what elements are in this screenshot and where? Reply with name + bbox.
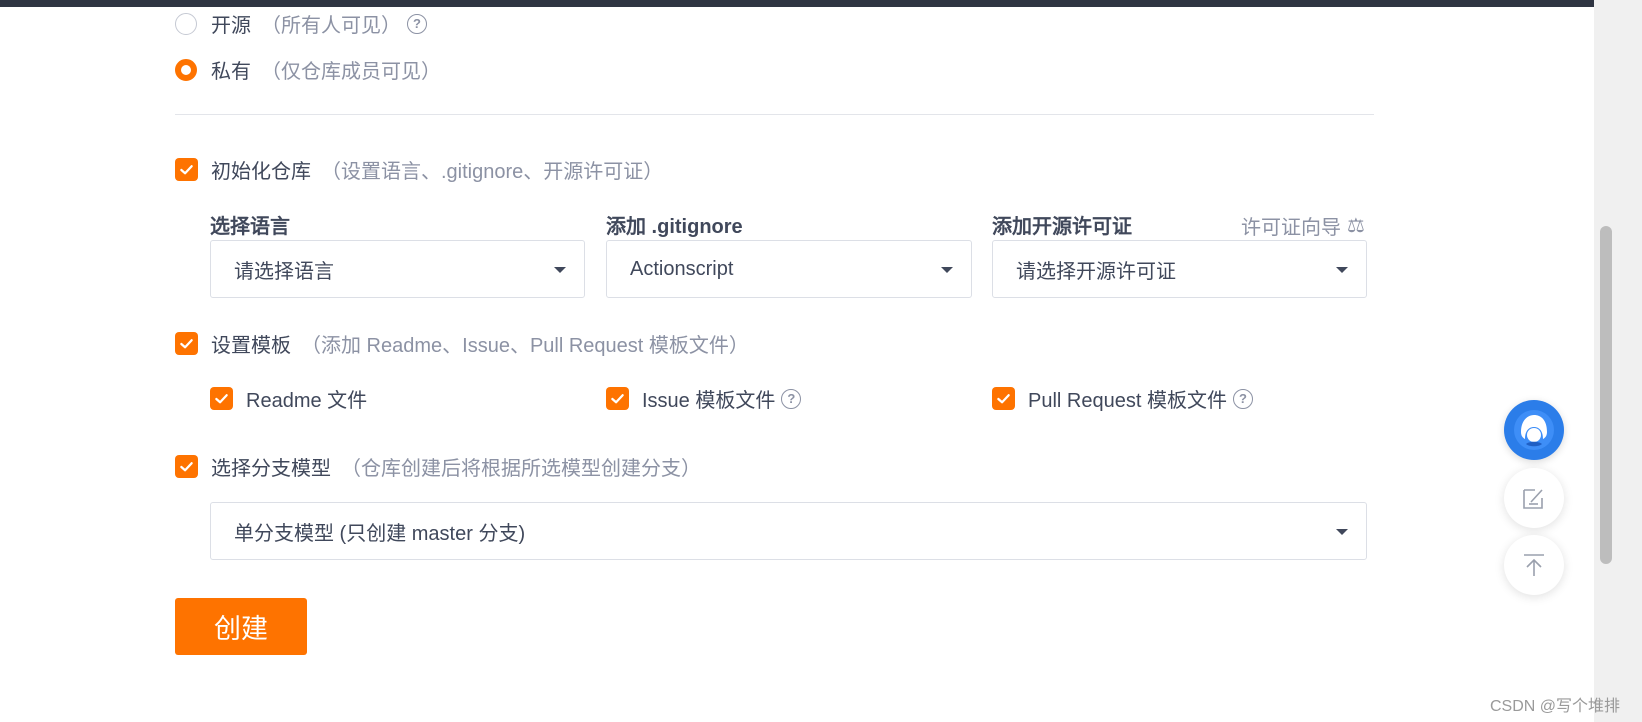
back-to-top-button[interactable] [1504, 535, 1564, 595]
back-to-top-icon [1524, 554, 1544, 576]
language-select[interactable]: 请选择语言 [210, 240, 585, 298]
page-scrollbar-thumb[interactable] [1600, 226, 1612, 564]
license-title: 添加开源许可证 [992, 216, 1132, 238]
gitignore-select[interactable]: Actionscript [606, 240, 972, 298]
avatar-face-icon [1514, 410, 1554, 450]
caret-down-icon [941, 267, 953, 273]
divider [175, 114, 1374, 115]
radio-option-public[interactable]: 开源 （所有人可见） ? [175, 9, 427, 38]
template-hint: （添加 Readme、Issue、Pull Request 模板文件） [301, 335, 749, 357]
help-icon[interactable]: ? [781, 388, 802, 409]
readme-checkbox[interactable] [210, 387, 233, 410]
check-icon [611, 394, 624, 404]
template-label: 设置模板 [211, 335, 291, 357]
branch-model-option[interactable]: 选择分支模型 （仓库创建后将根据所选模型创建分支） [175, 452, 701, 481]
init-repo-checkbox[interactable] [175, 158, 198, 181]
top-bar [0, 0, 1594, 7]
branch-model-checkbox[interactable] [175, 455, 198, 478]
caret-down-icon [1336, 267, 1348, 273]
check-icon [180, 339, 193, 349]
init-repo-label: 初始化仓库 [211, 161, 311, 183]
license-wizard-label: 许可证向导 [1241, 217, 1341, 239]
pr-template-option[interactable]: Pull Request 模板文件 ? [992, 384, 1253, 413]
language-title: 选择语言 [210, 216, 290, 238]
check-icon [180, 165, 193, 175]
branch-model-select[interactable]: 单分支模型 (只创建 master 分支) [210, 502, 1367, 560]
issue-template-option[interactable]: Issue 模板文件 ? [606, 384, 802, 413]
radio-public-hint: （所有人可见） [261, 15, 401, 37]
radio-public-label: 开源 [211, 15, 251, 37]
license-select[interactable]: 请选择开源许可证 [992, 240, 1367, 298]
help-icon[interactable]: ? [1232, 388, 1253, 409]
license-wizard-link[interactable]: 许可证向导 ⚖ [1241, 211, 1365, 240]
gitignore-select-value: Actionscript [630, 257, 734, 280]
check-icon [180, 462, 193, 472]
gitignore-title: 添加 .gitignore [606, 216, 743, 238]
readme-label: Readme 文件 [246, 390, 368, 412]
branch-model-select-value: 单分支模型 (只创建 master 分支) [234, 522, 526, 545]
issue-template-label: Issue 模板文件 [642, 390, 776, 412]
caret-down-icon [554, 267, 566, 273]
assistant-avatar-icon[interactable] [1504, 400, 1564, 460]
language-select-value: 请选择语言 [234, 260, 334, 283]
radio-public[interactable] [175, 12, 197, 35]
init-repo-option[interactable]: 初始化仓库 （设置语言、.gitignore、开源许可证） [175, 155, 663, 184]
radio-option-private[interactable]: 私有 （仅仓库成员可见） [175, 55, 441, 84]
radio-private-label: 私有 [211, 61, 251, 83]
readme-option[interactable]: Readme 文件 [210, 384, 367, 413]
check-icon [997, 394, 1010, 404]
pr-template-label: Pull Request 模板文件 [1028, 390, 1227, 412]
check-icon [215, 394, 228, 404]
feedback-button[interactable] [1504, 468, 1564, 528]
help-icon[interactable]: ? [407, 13, 427, 34]
branch-model-hint: （仓库创建后将根据所选模型创建分支） [341, 458, 701, 480]
branch-model-label: 选择分支模型 [211, 458, 331, 480]
radio-private-hint: （仅仓库成员可见） [261, 61, 441, 83]
init-repo-hint: （设置语言、.gitignore、开源许可证） [321, 161, 664, 183]
template-option[interactable]: 设置模板 （添加 Readme、Issue、Pull Request 模板文件） [175, 329, 749, 358]
radio-private[interactable] [175, 58, 197, 81]
watermark: CSDN @写个堆排 [1490, 698, 1621, 715]
scale-icon: ⚖ [1347, 215, 1365, 237]
caret-down-icon [1336, 529, 1348, 535]
license-select-value: 请选择开源许可证 [1016, 260, 1176, 283]
create-button[interactable]: 创建 [175, 598, 307, 655]
pr-template-checkbox[interactable] [992, 387, 1015, 410]
template-checkbox[interactable] [175, 332, 198, 355]
issue-template-checkbox[interactable] [606, 387, 629, 410]
feedback-edit-icon [1523, 489, 1543, 509]
